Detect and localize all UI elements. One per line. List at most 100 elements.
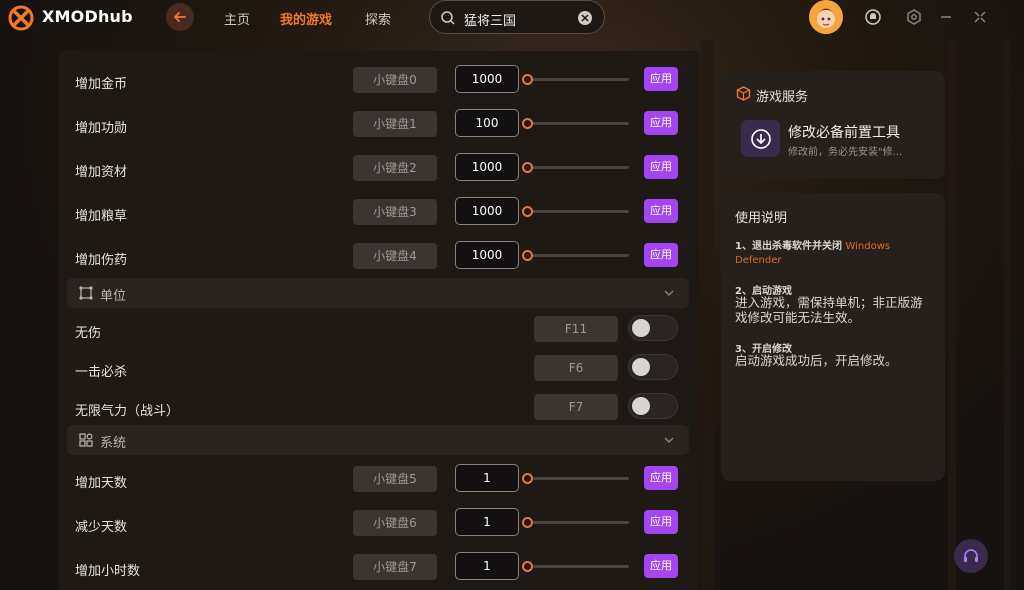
cheat-label: 增加金币: [75, 77, 128, 92]
hotkey-button[interactable]: 小键盘1: [353, 111, 437, 137]
cheat-row: 增加小时数 小键盘7 1 应用: [75, 552, 678, 584]
tool-title[interactable]: 修改必备前置工具: [788, 122, 900, 142]
value-slider[interactable]: [522, 473, 629, 484]
value-input[interactable]: 1000: [455, 153, 519, 181]
value-input[interactable]: 1000: [455, 241, 519, 269]
toggle-knob: [632, 397, 650, 415]
slider-knob[interactable]: [522, 473, 533, 484]
minimize-icon[interactable]: [937, 8, 955, 26]
slider-knob[interactable]: [522, 74, 533, 85]
apply-button[interactable]: 应用: [644, 155, 678, 179]
hotkey-button[interactable]: 小键盘3: [353, 199, 437, 225]
hotkey-button[interactable]: F11: [534, 316, 618, 342]
back-button[interactable]: [166, 3, 194, 31]
cheat-label: 无限气力（战斗）: [75, 404, 180, 419]
toggle-row: 无伤 F11: [75, 315, 678, 346]
section-title: 单位: [100, 289, 127, 304]
value-slider[interactable]: [522, 118, 629, 129]
chevron-down-icon: [664, 290, 674, 296]
cheat-panel: 增加金币 小键盘0 1000 应用 增加功勋 小键盘1 100 应用 增加资材 …: [59, 51, 699, 590]
apply-button[interactable]: 应用: [644, 510, 678, 534]
hotkey-button[interactable]: 小键盘6: [353, 510, 437, 536]
top-bar: XMODhub 主页 我的游戏 探索 猛将三国: [0, 0, 1024, 34]
cheat-toggle[interactable]: [628, 315, 678, 341]
apply-button[interactable]: 应用: [644, 466, 678, 490]
arrow-left-icon: [173, 12, 186, 22]
value-slider[interactable]: [522, 561, 629, 572]
hotkey-button[interactable]: 小键盘0: [353, 67, 437, 93]
system-icon: [79, 433, 93, 447]
cheat-row: 增加天数 小键盘5 1 应用: [75, 464, 678, 496]
cheat-row: 增加金币 小键盘0 1000 应用: [75, 65, 678, 97]
section-title: 系统: [100, 436, 127, 451]
nav-my-games[interactable]: 我的游戏: [280, 9, 332, 28]
slider-knob[interactable]: [522, 206, 533, 217]
headset-icon: [964, 549, 978, 562]
cheat-toggle[interactable]: [628, 393, 678, 419]
slider-knob[interactable]: [522, 561, 533, 572]
value-input[interactable]: 1: [455, 552, 519, 580]
apply-button[interactable]: 应用: [644, 111, 678, 135]
cheat-label: 增加天数: [75, 476, 128, 491]
guide-step-2-text: 进入游戏，需保持单机；非正版游戏修改可能无法生效。: [735, 295, 923, 325]
hotkey-button[interactable]: F6: [534, 355, 618, 381]
slider-knob[interactable]: [522, 250, 533, 261]
download-tool-button[interactable]: [741, 120, 780, 157]
value-input[interactable]: 1000: [455, 65, 519, 93]
value-slider[interactable]: [522, 206, 629, 217]
cheat-label: 增加粮草: [75, 209, 128, 224]
close-icon: [581, 14, 589, 22]
value-slider[interactable]: [522, 74, 629, 85]
cheat-label: 增加小时数: [75, 564, 141, 579]
nav-home[interactable]: 主页: [224, 9, 250, 28]
slider-knob[interactable]: [522, 517, 533, 528]
apply-button[interactable]: 应用: [644, 243, 678, 267]
cheat-row: 增加伤药 小键盘4 1000 应用: [75, 241, 678, 273]
hotkey-button[interactable]: 小键盘2: [353, 155, 437, 181]
download-icon: [750, 128, 771, 149]
toggle-knob: [632, 319, 650, 337]
guide-step-3-text: 启动游戏成功后，开启修改。: [735, 353, 898, 368]
notification-icon[interactable]: [864, 8, 882, 26]
hotkey-button[interactable]: F7: [534, 394, 618, 420]
search-input[interactable]: 猛将三国: [464, 10, 516, 29]
xmodhub-logo-icon: [8, 5, 34, 31]
settings-icon[interactable]: [905, 8, 923, 26]
support-button[interactable]: [954, 539, 988, 573]
hotkey-button[interactable]: 小键盘4: [353, 243, 437, 269]
cheat-toggle[interactable]: [628, 354, 678, 380]
cheat-label: 减少天数: [75, 520, 128, 535]
fullscreen-icon[interactable]: [971, 8, 989, 26]
guide-step-1-head: 1、退出杀毒软件并关闭: [735, 241, 842, 252]
value-slider[interactable]: [522, 162, 629, 173]
section-header-system[interactable]: 系统: [67, 425, 689, 455]
value-input[interactable]: 1000: [455, 197, 519, 225]
hotkey-button[interactable]: 小键盘7: [353, 554, 437, 580]
search-bar[interactable]: 猛将三国: [429, 0, 605, 34]
slider-knob[interactable]: [522, 162, 533, 173]
hotkey-button[interactable]: 小键盘5: [353, 466, 437, 492]
cheat-row: 增加粮草 小键盘3 1000 应用: [75, 197, 678, 229]
value-slider[interactable]: [522, 250, 629, 261]
section-header-unit[interactable]: 单位: [67, 278, 689, 308]
brand-name: XMODhub: [42, 7, 133, 26]
cheat-label: 增加功勋: [75, 121, 128, 136]
apply-button[interactable]: 应用: [644, 554, 678, 578]
apply-button[interactable]: 应用: [644, 199, 678, 223]
toggle-knob: [632, 358, 650, 376]
value-input[interactable]: 100: [455, 109, 519, 137]
value-input[interactable]: 1: [455, 508, 519, 536]
value-slider[interactable]: [522, 517, 629, 528]
value-input[interactable]: 1: [455, 464, 519, 492]
slider-knob[interactable]: [522, 118, 533, 129]
avatar[interactable]: [809, 0, 843, 34]
apply-button[interactable]: 应用: [644, 67, 678, 91]
guide-title: 使用说明: [735, 211, 788, 226]
game-service-card: 游戏服务 修改必备前置工具 修改前，务必先安装"修...: [721, 71, 945, 179]
toggle-row: 无限气力（战斗） F7: [75, 393, 678, 424]
avatar-image: [809, 0, 843, 34]
clear-search-button[interactable]: [578, 11, 592, 25]
service-title: 游戏服务: [756, 90, 809, 105]
nav-explore[interactable]: 探索: [365, 9, 391, 28]
toggle-row: 一击必杀 F6: [75, 354, 678, 385]
